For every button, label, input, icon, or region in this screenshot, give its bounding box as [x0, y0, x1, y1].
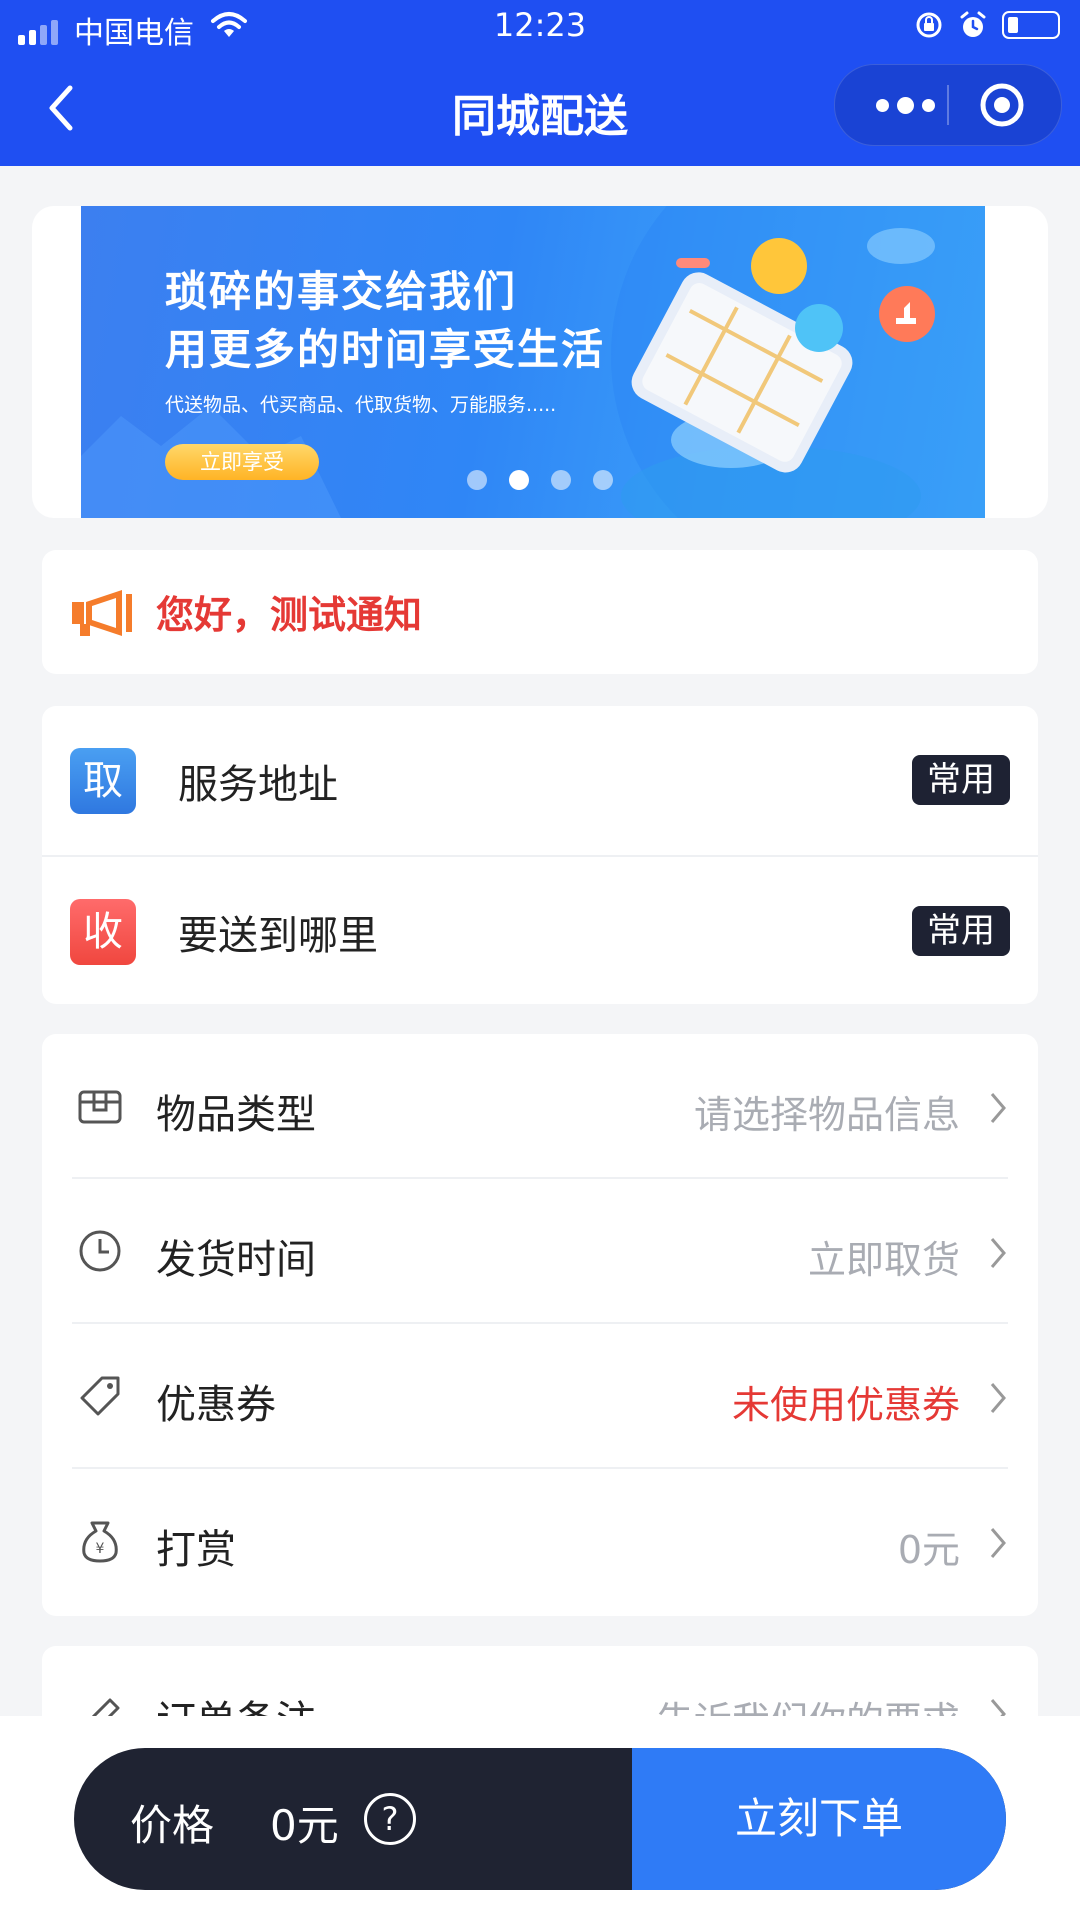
clock-icon	[79, 1230, 121, 1272]
promo-banner[interactable]: 琐碎的事交给我们 用更多的时间享受生活 代送物品、代买商品、代取货物、万能服务.…	[81, 206, 985, 518]
checkout-bar: 价格 0元 ? 立刻下单	[74, 1748, 1006, 1890]
banner-headline-line1: 琐碎的事交给我们	[165, 267, 518, 316]
banner-cta-button[interactable]: 立即享受	[165, 444, 319, 480]
chevron-right-icon	[990, 1093, 1006, 1123]
delivery-common-button[interactable]: 常用	[912, 906, 1010, 956]
battery-icon	[1002, 11, 1060, 39]
pickup-address-row[interactable]: 取 服务地址 常用	[42, 706, 1038, 855]
capsule-divider	[947, 85, 949, 125]
tip-value: 0元	[897, 1528, 960, 1572]
address-card: 取 服务地址 常用 收 要送到哪里 常用	[42, 706, 1038, 1004]
chevron-right-icon	[990, 1699, 1006, 1716]
svg-text:¥: ¥	[96, 1541, 105, 1557]
delivery-address-label: 要送到哪里	[178, 913, 378, 959]
navigation-bar: 同城配送	[0, 56, 1080, 166]
price-value: 0元	[270, 1801, 339, 1850]
order-remark-row[interactable]: 订单备注 告诉我们你的要求	[42, 1646, 1038, 1716]
ship-time-row[interactable]: 发货时间 立即取货	[42, 1179, 1038, 1324]
chevron-right-icon	[990, 1238, 1006, 1268]
banner-pager	[467, 470, 613, 490]
more-menu-icon[interactable]	[865, 87, 945, 123]
chevron-right-icon	[990, 1528, 1006, 1558]
coupon-value: 未使用优惠券	[731, 1383, 960, 1427]
remark-label: 订单备注	[156, 1688, 316, 1716]
coupon-row[interactable]: 优惠券 未使用优惠券	[42, 1324, 1038, 1469]
banner-headline-line2: 用更多的时间享受生活	[165, 325, 606, 374]
close-miniprogram-icon[interactable]	[977, 80, 1027, 130]
rotation-lock-icon	[916, 12, 942, 38]
delivery-address-row[interactable]: 收 要送到哪里 常用	[42, 855, 1038, 1006]
banner-subtitle: 代送物品、代买商品、代取货物、万能服务.....	[165, 394, 557, 416]
megaphone-icon	[72, 590, 132, 636]
delivery-badge: 收	[70, 899, 136, 965]
place-order-button[interactable]: 立刻下单	[632, 1748, 1006, 1890]
remark-value: 告诉我们你的要求	[656, 1690, 960, 1716]
alarm-icon	[960, 11, 986, 37]
mini-program-capsule	[834, 64, 1062, 146]
pencil-icon	[91, 1698, 120, 1716]
price-help-icon[interactable]: ?	[364, 1793, 416, 1845]
pickup-common-button[interactable]: 常用	[912, 755, 1010, 805]
tag-icon	[80, 1376, 120, 1416]
notice-bar[interactable]: 您好，测试通知	[42, 550, 1038, 674]
item-type-row[interactable]: 物品类型 请选择物品信息	[42, 1034, 1038, 1179]
pager-dot-active[interactable]	[509, 470, 529, 490]
ship-time-label: 发货时间	[156, 1237, 316, 1283]
pager-dot[interactable]	[593, 470, 613, 490]
chevron-right-icon	[990, 1383, 1006, 1413]
pickup-badge: 取	[70, 748, 136, 814]
ship-time-value: 立即取货	[807, 1238, 960, 1282]
item-type-label: 物品类型	[156, 1092, 316, 1138]
price-label: 价格	[130, 1801, 215, 1850]
money-bag-icon: ¥	[82, 1521, 118, 1563]
box-icon	[78, 1090, 122, 1124]
order-options-card: 物品类型 请选择物品信息 发货时间 立即取货 优惠券 未使用优惠券 ¥ 打赏 0…	[42, 1034, 1038, 1616]
tip-row[interactable]: ¥ 打赏 0元	[42, 1469, 1038, 1614]
item-type-value: 请选择物品信息	[693, 1093, 960, 1137]
pager-dot[interactable]	[467, 470, 487, 490]
coupon-label: 优惠券	[156, 1382, 276, 1428]
pager-dot[interactable]	[551, 470, 571, 490]
status-bar: 中国电信 12:23	[0, 0, 1080, 56]
tip-label: 打赏	[156, 1527, 236, 1573]
pickup-address-label: 服务地址	[178, 762, 338, 808]
notice-text: 您好，测试通知	[156, 593, 423, 637]
